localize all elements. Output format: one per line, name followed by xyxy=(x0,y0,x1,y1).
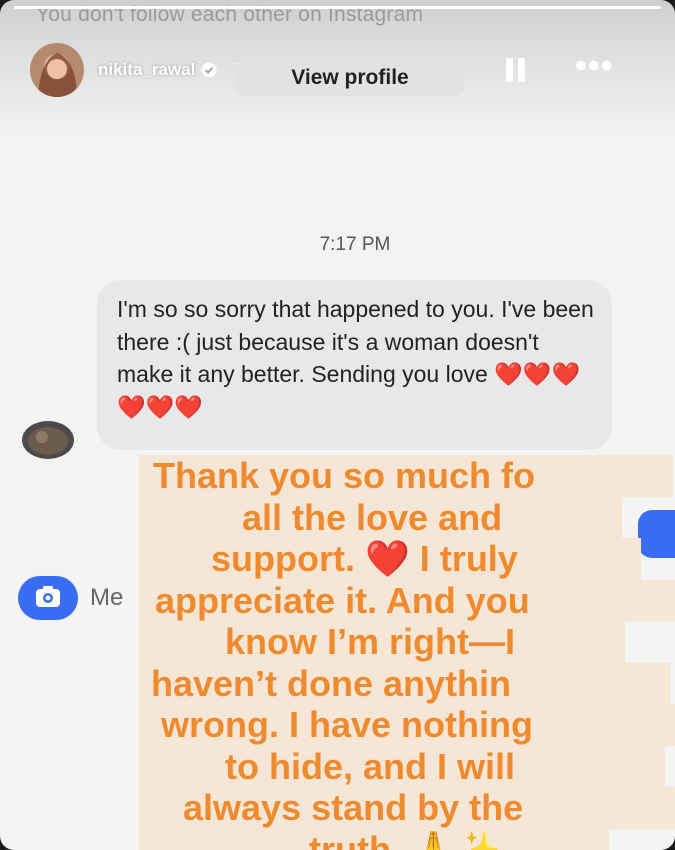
story-progress-bar xyxy=(14,6,661,9)
sender-avatar xyxy=(22,421,74,459)
story-viewer: You don't follow each other on Instagram… xyxy=(0,0,675,850)
follow-status-banner: You don't follow each other on Instagram xyxy=(36,3,424,26)
more-options-icon[interactable]: ••• xyxy=(575,49,621,83)
profile-avatar[interactable] xyxy=(30,43,84,97)
overlay-line: truth. 🙏✨ xyxy=(139,828,609,850)
overlay-line: always stand by the xyxy=(139,787,675,829)
overlay-line: to hide, and I will xyxy=(139,745,665,787)
pause-icon[interactable] xyxy=(504,58,528,82)
message-bubble: I'm so so sorry that happened to you. I'… xyxy=(97,280,612,450)
overlay-line: appreciate it. And you xyxy=(139,579,675,621)
overlay-line: know I’m right—I xyxy=(139,621,625,663)
overlay-line: Thank you so much fo xyxy=(139,455,673,497)
message-text: I'm so so sorry that happened to you. I'… xyxy=(117,296,594,420)
overlay-line: wrong. I have nothing xyxy=(139,704,675,746)
story-text-overlay: Thank you so much fo all the love and su… xyxy=(139,455,675,850)
camera-button[interactable] xyxy=(18,576,78,620)
verified-badge-icon xyxy=(201,62,217,78)
overlay-line: haven’t done anythin xyxy=(139,662,671,704)
overlay-line: support. ❤️ I truly xyxy=(139,538,641,580)
story-progress-fill xyxy=(14,6,661,9)
chat-timestamp: 7:17 PM xyxy=(319,234,391,255)
story-username[interactable]: nikita_rawal xyxy=(98,60,195,80)
overlay-line: all the love and xyxy=(139,496,622,538)
view-profile-button[interactable]: View profile xyxy=(235,60,465,96)
